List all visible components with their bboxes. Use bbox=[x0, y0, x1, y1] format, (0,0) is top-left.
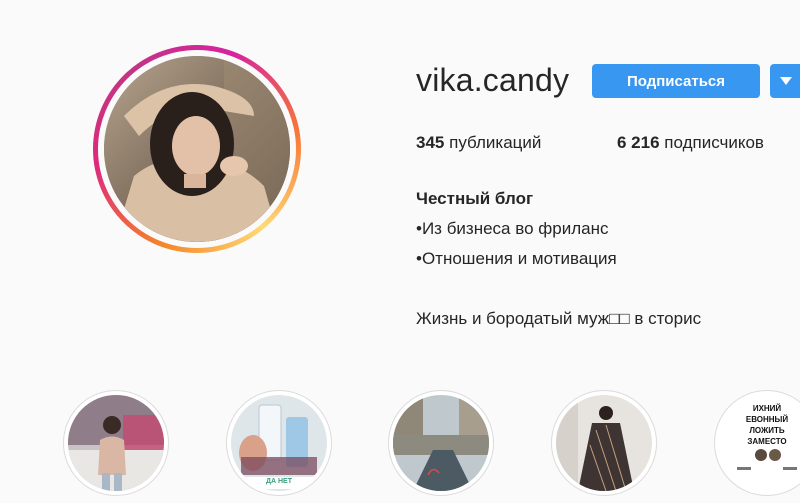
bio-line: •Из бизнеса во фриланс bbox=[416, 219, 609, 238]
bio-spacer bbox=[416, 274, 701, 304]
bio-name: Честный блог bbox=[416, 189, 534, 208]
bio-line: •Отношения и мотивация bbox=[416, 249, 617, 268]
highlight-cover bbox=[556, 395, 652, 491]
story-highlight[interactable] bbox=[63, 390, 169, 496]
followers-count: 6 216 bbox=[617, 133, 660, 152]
profile-bio: Честный блог •Из бизнеса во фриланс •Отн… bbox=[416, 184, 701, 334]
highlight-cover: ДА НЕТ bbox=[231, 395, 327, 491]
suggested-accounts-dropdown-button[interactable] bbox=[770, 64, 800, 98]
followers-label: подписчиков bbox=[664, 133, 764, 152]
posts-stat: 345 публикаций bbox=[416, 133, 541, 153]
followers-stat[interactable]: 6 216 подписчиков bbox=[617, 133, 764, 153]
avatar[interactable] bbox=[104, 56, 290, 242]
posts-count: 345 bbox=[416, 133, 445, 152]
follow-button[interactable]: Подписаться bbox=[592, 64, 760, 98]
highlight-cover: ИХНИЙ ЕВОННЫЙ ЛОЖИТЬ ЗАМЕСТО bbox=[719, 395, 800, 491]
story-highlight[interactable]: ДА НЕТ bbox=[226, 390, 332, 496]
story-highlight[interactable] bbox=[388, 390, 494, 496]
avatar-inner bbox=[98, 50, 296, 248]
highlight-cover bbox=[393, 395, 489, 491]
avatar-photo-image bbox=[104, 56, 290, 242]
profile-username: vika.candy bbox=[416, 62, 570, 98]
profile-avatar-ring[interactable] bbox=[93, 45, 301, 253]
posts-label: публикаций bbox=[449, 133, 542, 152]
highlight-cover bbox=[68, 395, 164, 491]
story-highlight[interactable] bbox=[551, 390, 657, 496]
bio-line: Жизнь и бородатый муж□□ в сторис bbox=[416, 309, 702, 328]
highlight-overlay-text: ДА НЕТ bbox=[266, 478, 292, 485]
chevron-down-icon bbox=[780, 77, 792, 85]
story-highlight[interactable]: ИХНИЙ ЕВОННЫЙ ЛОЖИТЬ ЗАМЕСТО bbox=[714, 390, 800, 496]
